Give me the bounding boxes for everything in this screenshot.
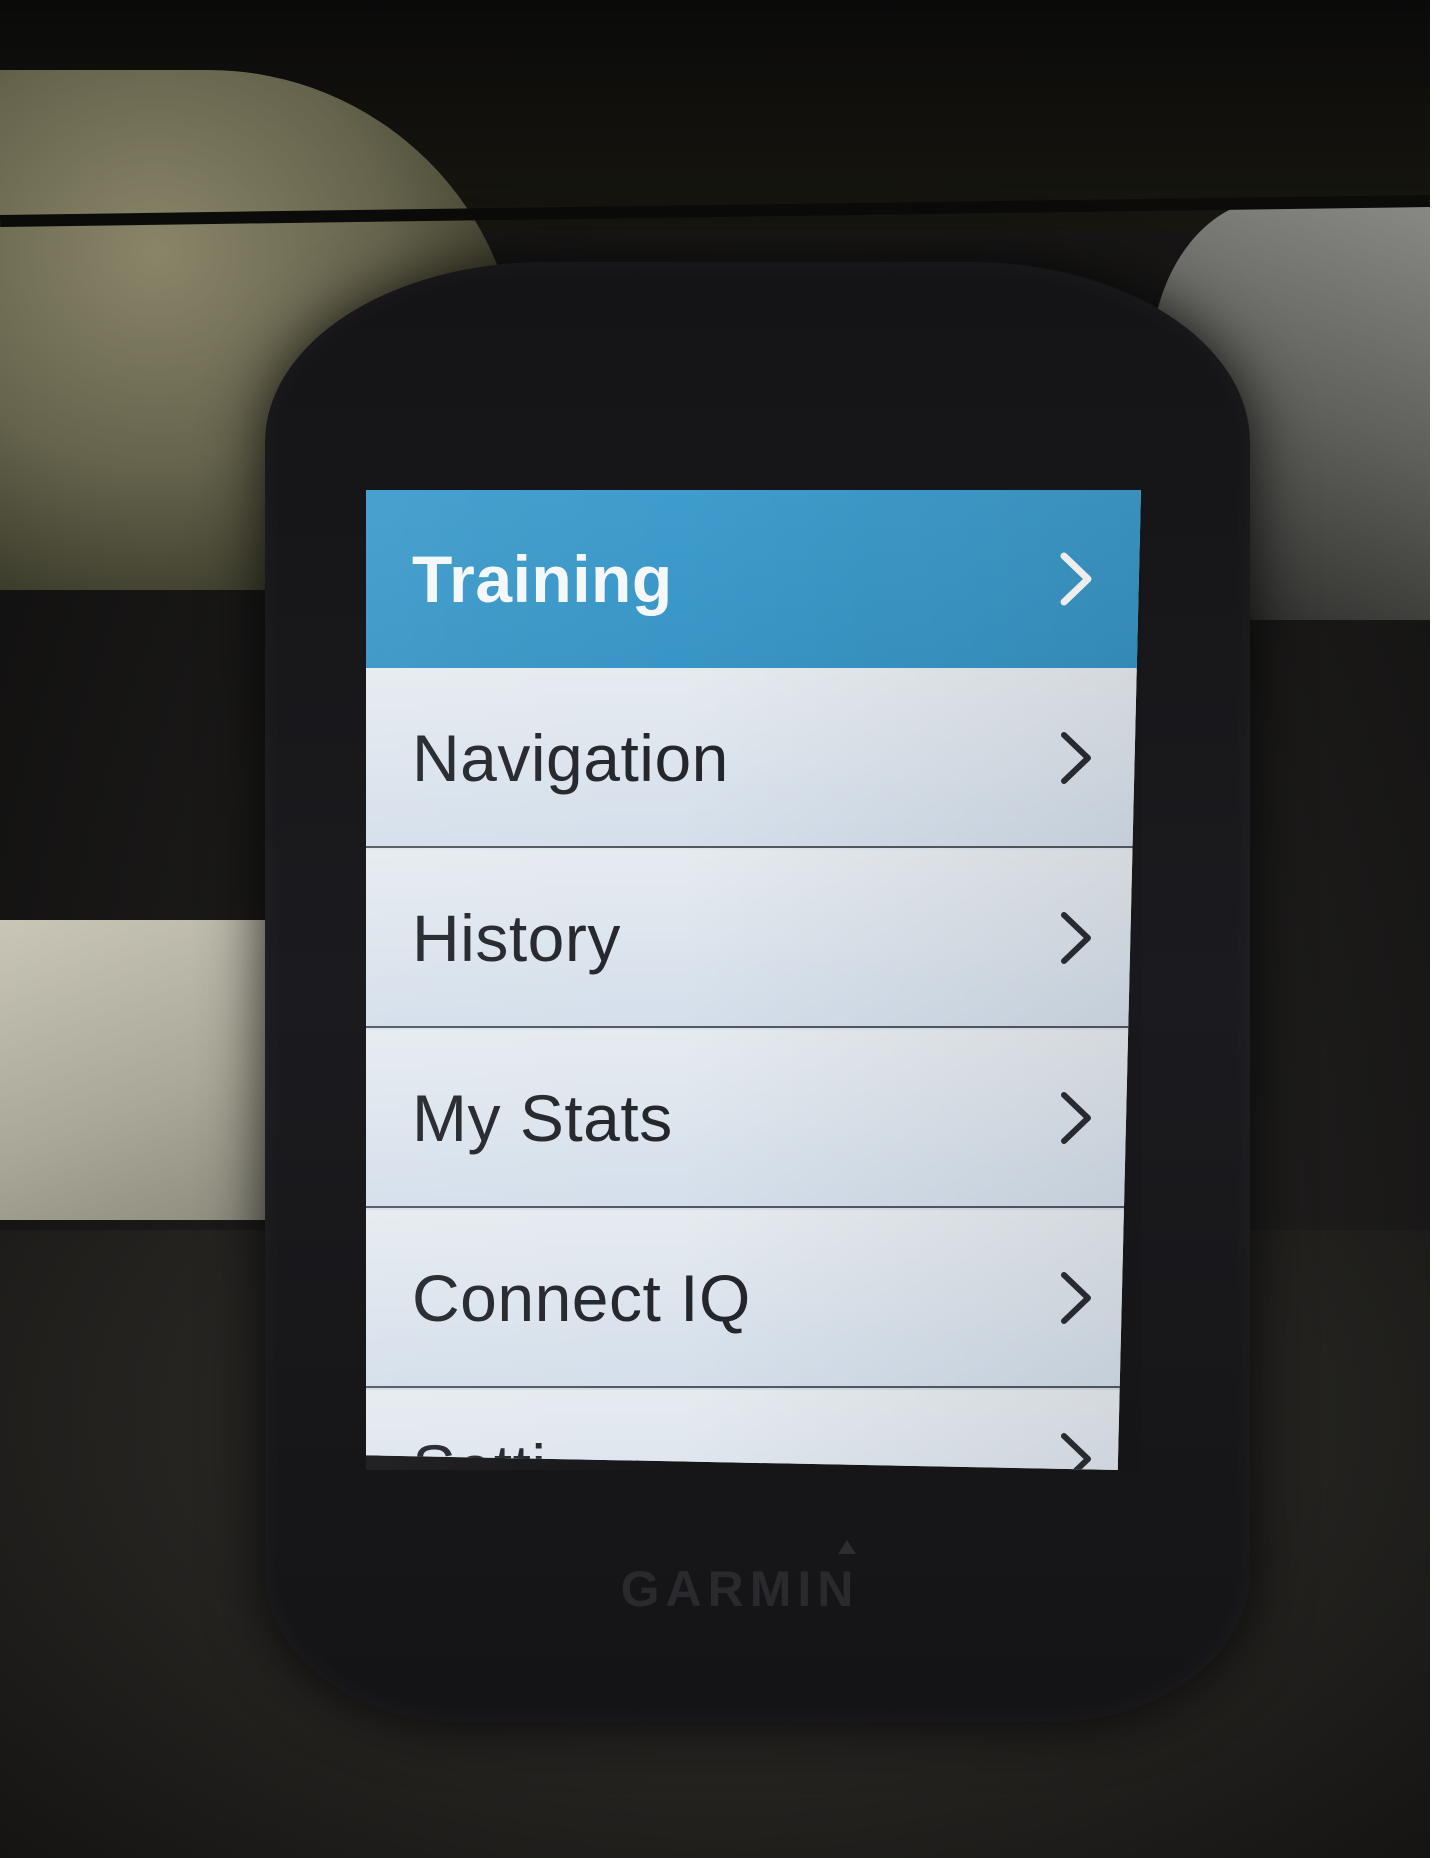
chevron-right-icon [1047, 909, 1105, 967]
menu-item-label: History [412, 901, 621, 975]
chevron-right-icon [1047, 1269, 1105, 1327]
menu-item-my-stats[interactable]: My Stats [366, 1030, 1141, 1208]
device-screen: Training Navigation History My Stats Con… [366, 490, 1141, 1470]
menu-item-history[interactable]: History [366, 850, 1141, 1028]
chevron-right-icon [1047, 1430, 1105, 1470]
chevron-right-icon [1047, 550, 1105, 608]
chevron-right-icon [1047, 729, 1105, 787]
menu-item-training[interactable]: Training [366, 490, 1141, 668]
photo-background: GARMIN Training Navigation History My St… [0, 0, 1430, 1858]
brand-triangle-icon [838, 1540, 856, 1554]
menu-item-label: Navigation [412, 721, 729, 795]
menu-item-label: My Stats [412, 1081, 673, 1155]
menu-item-label: Training [412, 542, 673, 616]
menu-item-connect-iq[interactable]: Connect IQ [366, 1210, 1141, 1388]
background-paper [0, 920, 275, 1220]
menu-item-label: Connect IQ [412, 1261, 751, 1335]
device-brand-logo: GARMIN [620, 1561, 860, 1617]
chevron-right-icon [1047, 1089, 1105, 1147]
menu-item-navigation[interactable]: Navigation [366, 670, 1141, 848]
